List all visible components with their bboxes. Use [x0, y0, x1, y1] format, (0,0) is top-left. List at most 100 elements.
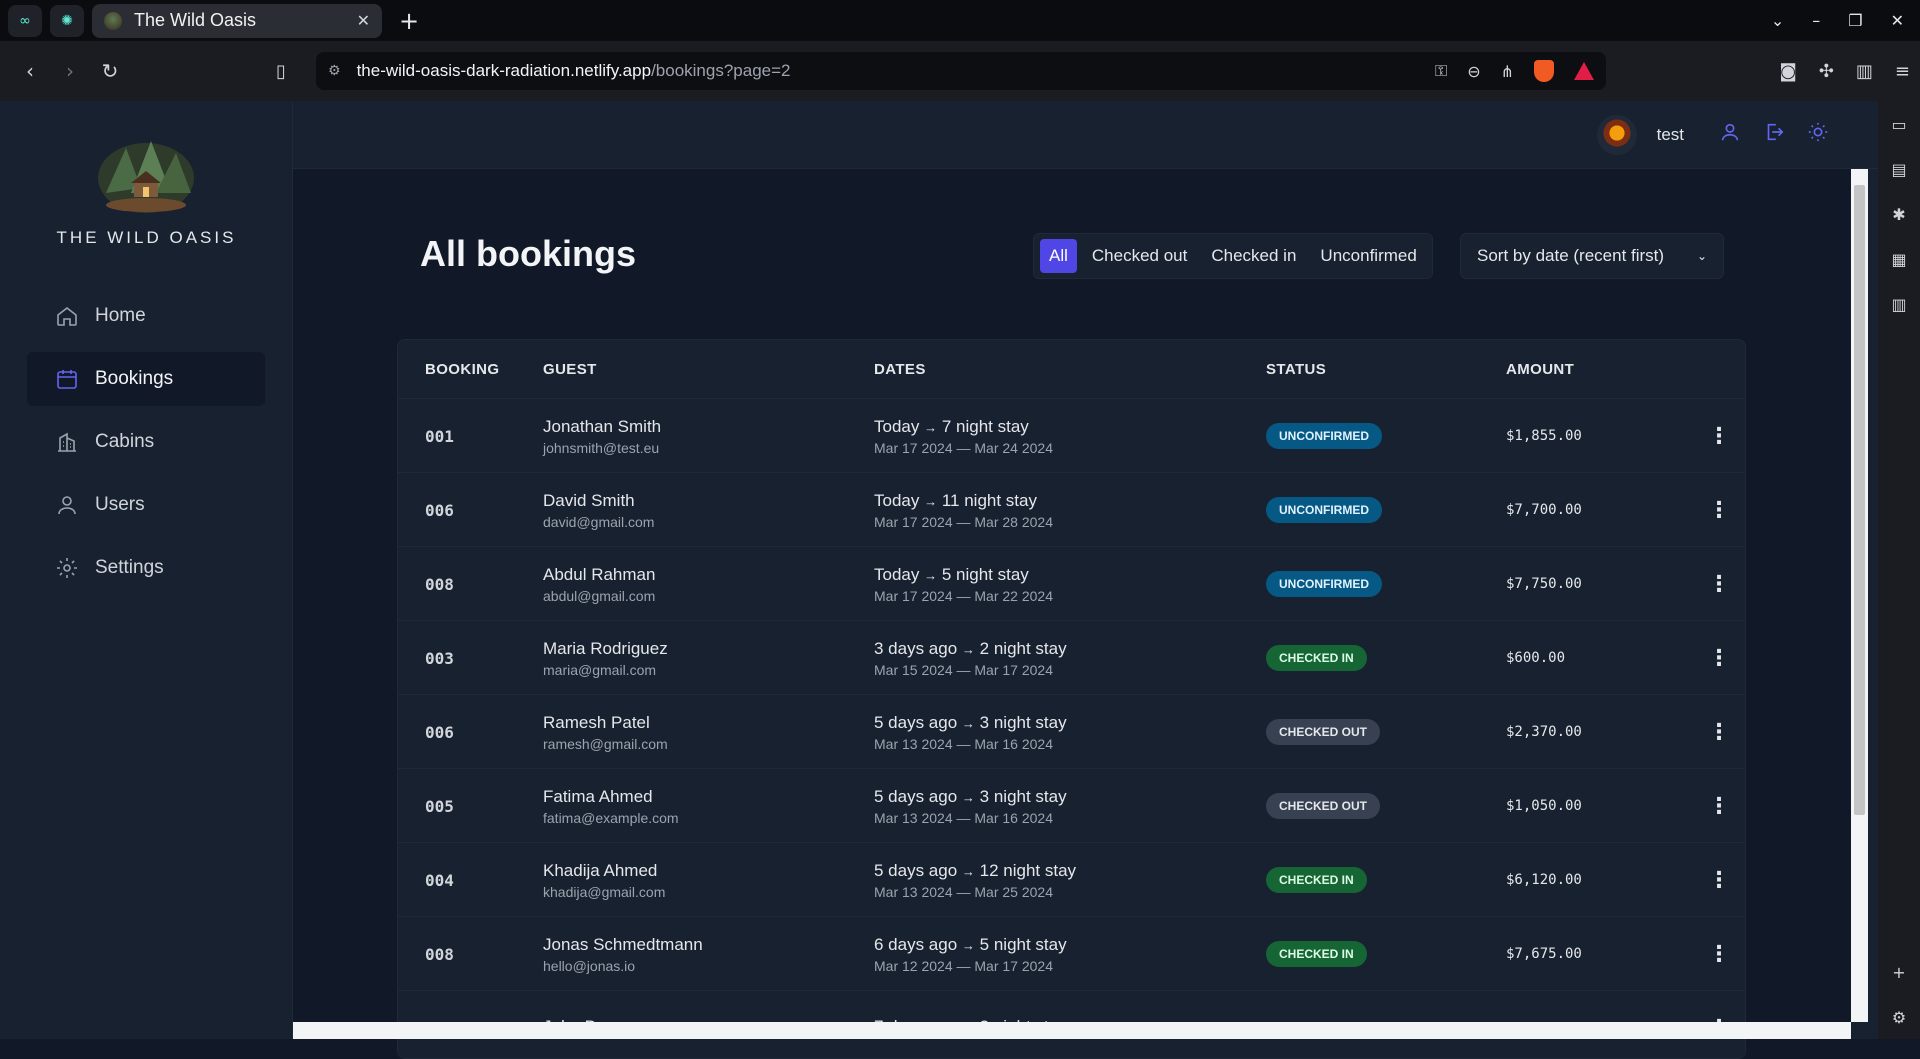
brave-shields-icon[interactable] [1534, 60, 1554, 82]
header-amount: AMOUNT [1506, 360, 1575, 378]
more-vertical-icon[interactable]: ⋮ [1708, 424, 1730, 449]
tab-list-chevron-icon[interactable]: ⌄ [1771, 11, 1784, 30]
scrollbar-thumb[interactable] [1854, 185, 1865, 815]
booking-id: 006 [425, 722, 454, 742]
more-vertical-icon[interactable]: ⋮ [1708, 868, 1730, 893]
sort-select[interactable]: Sort by date (recent first) ⌄ [1460, 233, 1724, 279]
menu-icon[interactable]: ≡ [1895, 61, 1910, 82]
close-window-icon[interactable]: ✕ [1891, 11, 1904, 30]
stay-summary: Today → 7 night stay [874, 417, 1053, 437]
more-vertical-icon[interactable]: ⋮ [1708, 794, 1730, 819]
sidebar-item-label: Bookings [95, 368, 174, 389]
address-bar[interactable]: ⚙ the-wild-oasis-dark-radiation.netlify.… [316, 52, 1606, 90]
stay-length: 7 night stay [941, 416, 1029, 436]
horizontal-scrollbar[interactable] [293, 1022, 1851, 1039]
settings-icon[interactable]: ⚙ [1892, 1008, 1906, 1027]
filter-unconfirmed-button[interactable]: Unconfirmed [1311, 239, 1425, 273]
stay-summary: 5 days ago → 3 night stay [874, 787, 1067, 807]
pinned-tab-icon[interactable]: ∞ [8, 4, 42, 37]
sidebar-item-settings[interactable]: Settings [27, 541, 265, 595]
browser-tab[interactable]: The Wild Oasis ✕ [92, 3, 382, 38]
zoom-icon[interactable]: ⊖ [1467, 62, 1480, 81]
reload-icon[interactable]: ↻ [90, 59, 130, 83]
minimize-icon[interactable]: – [1812, 11, 1820, 30]
guest-name: Ramesh Patel [543, 712, 650, 732]
logout-icon[interactable] [1762, 121, 1786, 149]
amount-cell: $600.00 [1506, 621, 1565, 695]
more-vertical-icon[interactable]: ⋮ [1708, 942, 1730, 967]
back-icon[interactable]: ‹ [10, 59, 50, 83]
brave-rewards-icon[interactable] [1574, 62, 1594, 80]
guest-email: david@gmail.com [543, 513, 655, 530]
stay-summary: Today → 11 night stay [874, 491, 1053, 511]
booking-amount: $1,855.00 [1506, 428, 1582, 444]
screenshot-icon[interactable]: ◙ [1779, 61, 1796, 82]
vertical-scrollbar[interactable] [1851, 169, 1868, 1022]
maximize-icon[interactable]: ❐ [1848, 11, 1862, 30]
forward-icon[interactable]: › [50, 59, 90, 83]
status-cell: UNCONFIRMED [1266, 547, 1382, 621]
filter-checked-in-button[interactable]: Checked in [1202, 239, 1305, 273]
key-icon[interactable]: ⚿ [1435, 61, 1447, 81]
dates-cell: Today → 11 night stay Mar 17 2024 — Mar 2… [874, 473, 1053, 547]
more-vertical-icon[interactable]: ⋮ [1708, 646, 1730, 671]
booking-amount: $7,700.00 [1506, 502, 1582, 518]
bookings-table: BOOKING GUEST DATES STATUS AMOUNT 001 Jon… [397, 339, 1746, 1059]
guest-email: ramesh@gmail.com [543, 735, 668, 752]
more-vertical-icon[interactable]: ⋮ [1708, 720, 1730, 745]
more-vertical-icon[interactable]: ⋮ [1708, 498, 1730, 523]
sidebar-item-cabins[interactable]: Cabins [27, 415, 265, 469]
sidebar-item-bookings[interactable]: Bookings [27, 352, 265, 406]
filter-all-button[interactable]: All [1040, 239, 1077, 273]
status-cell: CHECKED IN [1266, 917, 1367, 991]
site-settings-icon[interactable]: ⚙ [328, 63, 341, 79]
stay-summary: Today → 5 night stay [874, 565, 1053, 585]
browser-side-panel: ▭ ▤ ✱ ▦ ▥ + ⚙ [1878, 101, 1920, 1039]
status-badge: CHECKED IN [1266, 645, 1367, 671]
sidebar-item-label: Home [95, 305, 146, 326]
amount-cell: $2,370.00 [1506, 695, 1582, 769]
header-dates: DATES [874, 360, 926, 378]
booking-id: 008 [425, 944, 454, 964]
row-menu-cell: ⋮ [1708, 917, 1730, 991]
guest-cell: Jonathan Smith johnsmith@test.eu [543, 399, 661, 473]
booking-id: 005 [425, 796, 454, 816]
sidebar-item-home[interactable]: Home [27, 289, 265, 343]
status-cell: CHECKED OUT [1266, 695, 1381, 769]
add-icon[interactable]: + [1892, 963, 1905, 982]
more-vertical-icon[interactable]: ⋮ [1708, 572, 1730, 597]
new-tab-button[interactable]: + [394, 7, 424, 35]
sidebar-toggle-icon[interactable]: ▥ [1856, 61, 1873, 82]
guest-name: Jonas Schmedtmann [543, 934, 703, 954]
guest-cell: Abdul Rahman abdul@gmail.com [543, 547, 655, 621]
guest-cell: Jonas Schmedtmann hello@jonas.io [543, 917, 703, 991]
leo-icon[interactable]: ✱ [1892, 205, 1905, 224]
booking-amount: $1,050.00 [1506, 798, 1582, 814]
building-icon [58, 432, 76, 452]
guest-name: Khadija Ahmed [543, 860, 658, 880]
booking-id: 001 [425, 426, 454, 446]
filter-checked-out-button[interactable]: Checked out [1083, 239, 1196, 273]
wallet-icon[interactable]: ▤ [1891, 160, 1906, 179]
table-row: 003 Maria Rodriguez maria@gmail.com 3 days … [398, 621, 1745, 695]
stay-when: 5 days ago [874, 786, 958, 806]
bookmark-icon[interactable]: ▯ [276, 61, 286, 82]
guest-cell: Maria Rodriguez maria@gmail.com [543, 621, 668, 695]
bookmarks-icon[interactable]: ▦ [1891, 250, 1906, 269]
account-icon[interactable] [1718, 121, 1742, 149]
booking-amount: $2,370.00 [1506, 724, 1582, 740]
app: THE WILD OASIS Home Bookings Cabins User… [0, 101, 1878, 1059]
status-cell: UNCONFIRMED [1266, 473, 1382, 547]
sun-icon[interactable] [1806, 121, 1830, 149]
chevron-down-icon: ⌄ [1696, 249, 1707, 263]
table-row: 008 Abdul Rahman abdul@gmail.com Today → 5 … [398, 547, 1745, 621]
pinned-tab-chatgpt-icon[interactable]: ✺ [50, 4, 84, 37]
share-icon[interactable]: ⋔ [1501, 62, 1514, 81]
booking-id-cell: 005 [425, 769, 454, 843]
guest-cell: Fatima Ahmed fatima@example.com [543, 769, 679, 843]
video-icon[interactable]: ▭ [1891, 115, 1906, 134]
reading-list-icon[interactable]: ▥ [1891, 295, 1906, 314]
close-tab-icon[interactable]: ✕ [357, 11, 370, 30]
sidebar-item-users[interactable]: Users [27, 478, 265, 532]
extensions-icon[interactable]: ✣ [1819, 61, 1834, 82]
